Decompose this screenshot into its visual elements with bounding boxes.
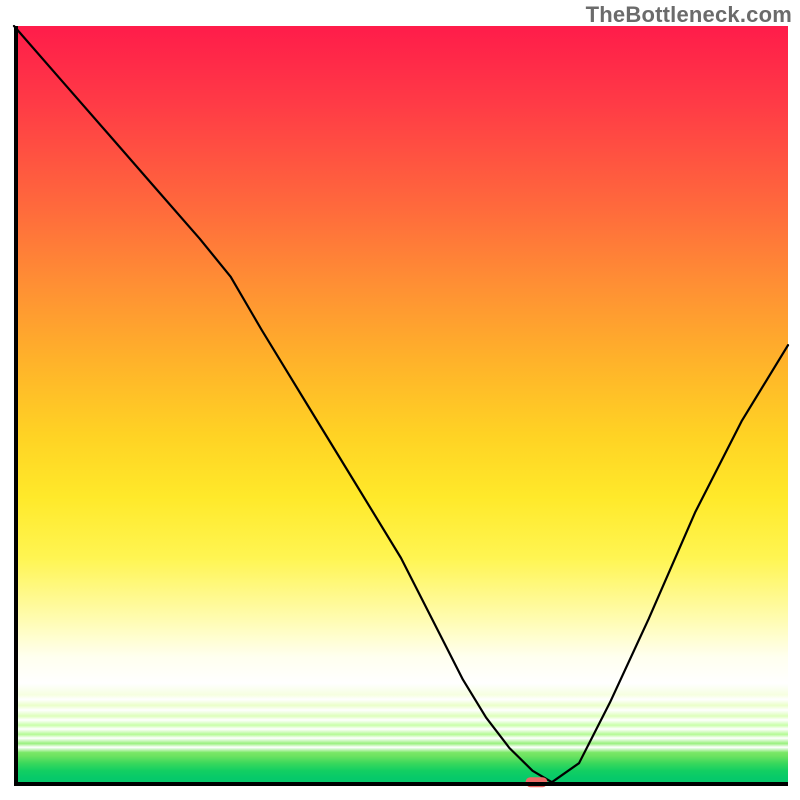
y-axis-line xyxy=(14,26,18,786)
watermark-text: TheBottleneck.com xyxy=(586,2,792,28)
chart-frame: TheBottleneck.com xyxy=(0,0,800,800)
bottleneck-curve xyxy=(14,26,788,782)
curve-overlay xyxy=(14,26,788,786)
plot-area xyxy=(14,26,788,786)
x-axis-line xyxy=(14,782,788,786)
